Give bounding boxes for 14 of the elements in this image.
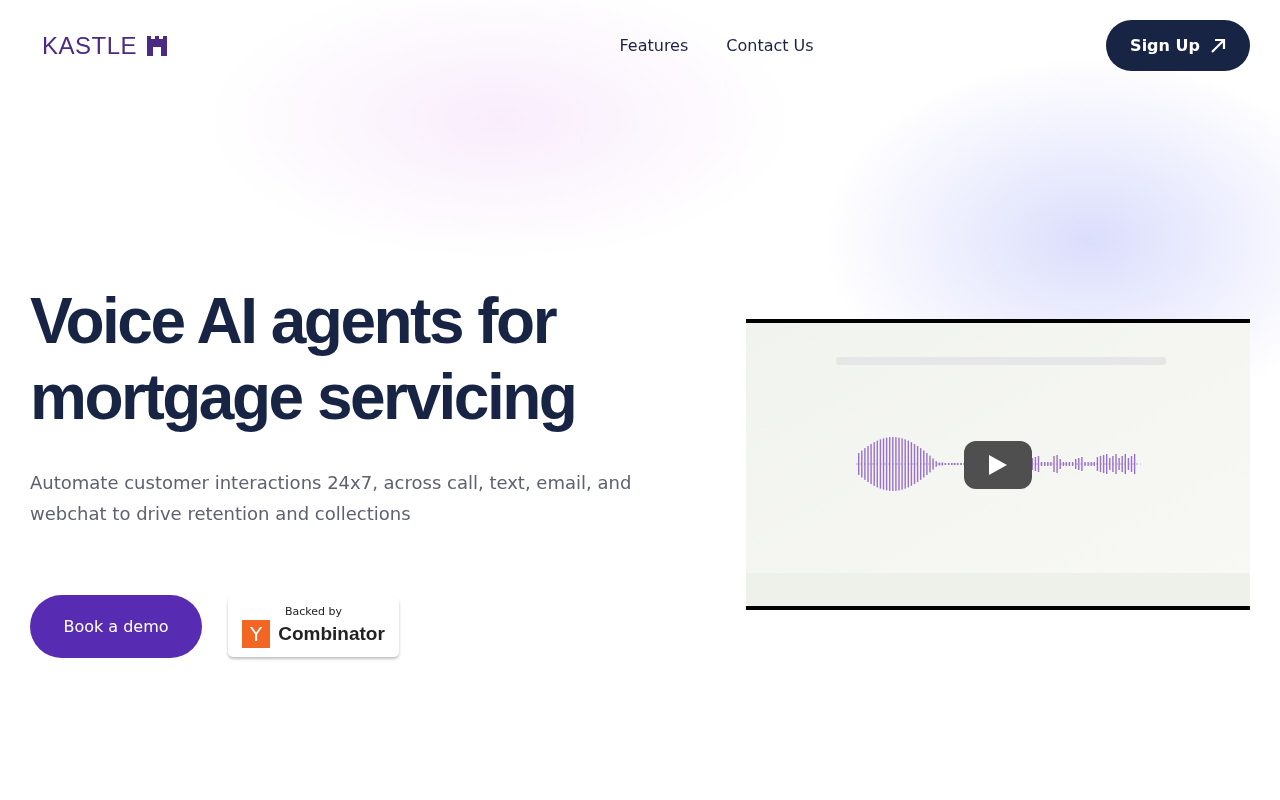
hero-title: Voice AI agents for mortgage servicing — [30, 284, 577, 435]
nav-link[interactable]: Features — [619, 36, 689, 55]
badge-name: Combinator — [278, 623, 385, 645]
hero-subtitle: Automate customer interactions 24x7, across call, text, email, and webchat to drive retention and collections — [30, 471, 633, 526]
y-logo: Y — [242, 620, 271, 648]
sign-up-button[interactable]: Sign Up — [1106, 20, 1250, 71]
book-demo-button[interactable]: Book a demo — [30, 595, 202, 658]
badge-caption: Backed by — [284, 605, 343, 618]
arrow-up-right-icon — [1210, 37, 1226, 54]
logo-text: KASTLE — [42, 31, 138, 60]
play-icon — [989, 455, 1007, 475]
play-button[interactable] — [964, 441, 1032, 489]
castle-icon — [147, 35, 168, 56]
nav-link[interactable]: Contact Us — [726, 36, 814, 55]
